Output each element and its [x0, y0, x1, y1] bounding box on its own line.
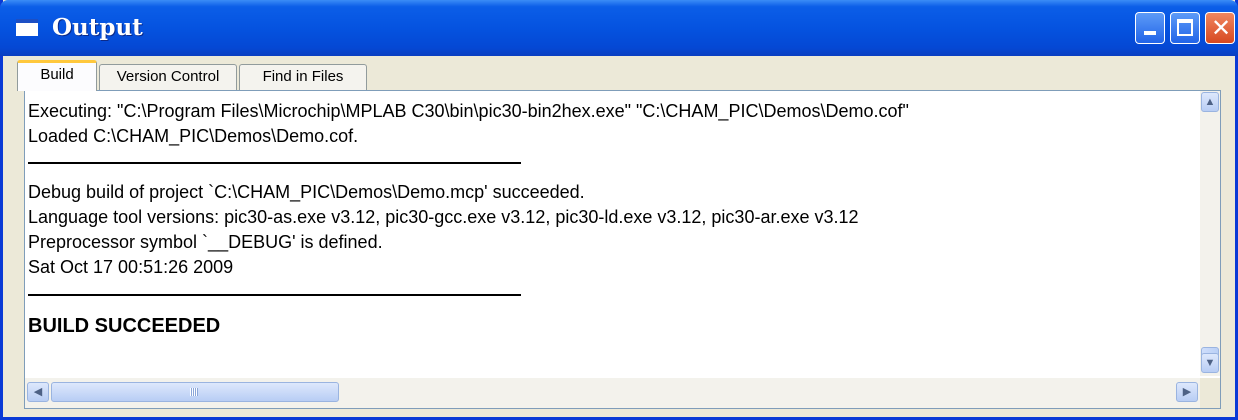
maximize-button[interactable]	[1170, 12, 1200, 44]
tab-build[interactable]: Build	[17, 60, 97, 91]
close-icon: ✕	[1211, 14, 1232, 42]
output-line: Language tool versions: pic30-as.exe v3.…	[28, 207, 859, 227]
separator	[28, 162, 521, 164]
build-status: BUILD SUCCEEDED	[28, 315, 221, 337]
minimize-button[interactable]	[1135, 12, 1165, 44]
chevron-left-icon: ◀	[33, 386, 43, 398]
scroll-down-button[interactable]: ▼	[1201, 353, 1219, 373]
close-button[interactable]: ✕	[1205, 12, 1235, 44]
horizontal-scroll-thumb[interactable]	[51, 382, 339, 402]
window-title: Output	[52, 14, 143, 41]
maximize-icon	[1177, 19, 1193, 36]
scrollbar-corner	[1200, 378, 1220, 408]
output-window-icon	[16, 19, 38, 36]
output-line: Preprocessor symbol `__DEBUG' is defined…	[28, 232, 383, 252]
build-output-text[interactable]: Executing: "C:\Program Files\Microchip\M…	[28, 101, 1196, 375]
scroll-left-button[interactable]: ◀	[27, 382, 49, 402]
scroll-up-button[interactable]: ▲	[1201, 92, 1219, 112]
minimize-icon	[1144, 31, 1156, 35]
scroll-right-button[interactable]: ▶	[1176, 382, 1198, 402]
chevron-down-icon: ▼	[1204, 357, 1216, 369]
output-line: Debug build of project `C:\CHAM_PIC\Demo…	[28, 182, 585, 202]
output-line: Sat Oct 17 00:51:26 2009	[28, 257, 234, 277]
output-panel: Executing: "C:\Program Files\Microchip\M…	[24, 90, 1221, 409]
output-line: Executing: "C:\Program Files\Microchip\M…	[28, 101, 909, 121]
separator	[28, 294, 521, 296]
chevron-up-icon: ▲	[1204, 96, 1216, 108]
tab-find-in-files[interactable]: Find in Files	[239, 64, 367, 90]
chevron-right-icon: ▶	[1182, 386, 1192, 398]
vertical-scrollbar[interactable]: ▲ ▼	[1200, 91, 1220, 376]
tab-version-control[interactable]: Version Control	[99, 64, 237, 90]
title-bar[interactable]: Output ✕	[0, 0, 1238, 56]
output-window: Output ✕ Build Version Control Find in F…	[0, 0, 1238, 420]
output-line: Loaded C:\CHAM_PIC\Demos\Demo.cof.	[28, 126, 359, 146]
horizontal-scrollbar[interactable]: ◀ ▶	[25, 378, 1200, 408]
